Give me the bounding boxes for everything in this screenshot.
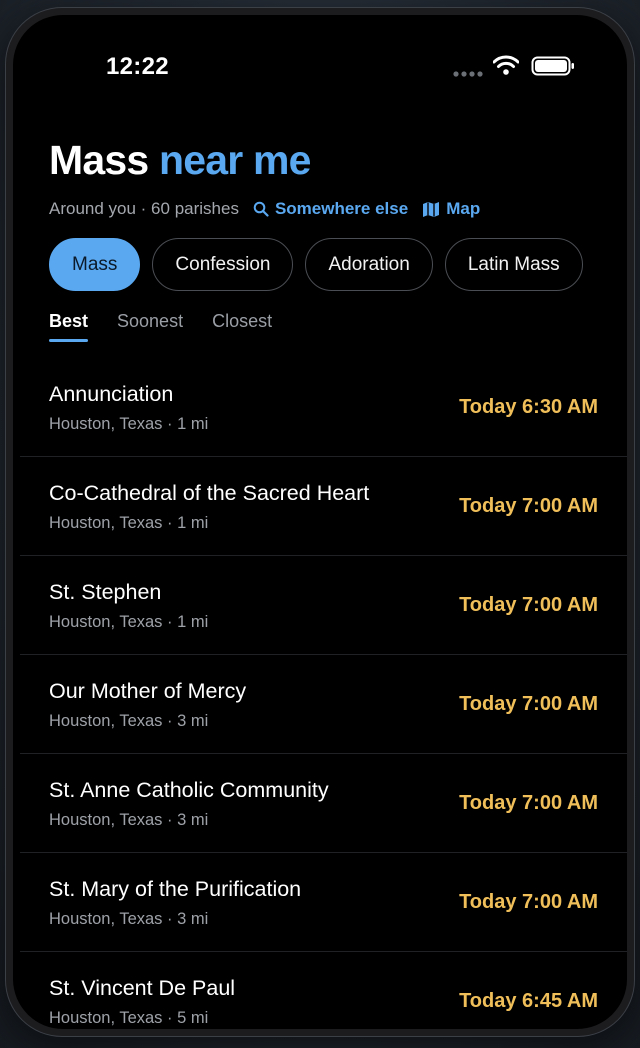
page-title-main: Mass [49, 137, 149, 183]
search-icon [253, 201, 269, 217]
parish-row[interactable]: Annunciation Houston, Texas · 1 mi Today… [20, 358, 627, 457]
parish-row[interactable]: St. Stephen Houston, Texas · 1 mi Today … [20, 556, 627, 655]
app-screen: 12:22 Mass near me Around you · 60 paris… [13, 15, 627, 1029]
chip-confession-label: Confession [175, 253, 271, 275]
status-bar: 12:22 [13, 15, 627, 105]
parish-name: Our Mother of Mercy [49, 679, 247, 703]
chip-latin-mass[interactable]: Latin Mass [444, 238, 583, 291]
chip-adoration[interactable]: Adoration [305, 238, 433, 291]
map-icon [423, 201, 440, 217]
somewhere-else-label: Somewhere else [274, 199, 409, 218]
parish-name: St. Mary of the Purification [49, 877, 302, 901]
chip-latin-mass-label: Latin Mass [467, 253, 560, 275]
parish-row[interactable]: St. Anne Catholic Community Houston, Tex… [20, 754, 627, 853]
parish-name: Annunciation [49, 382, 174, 406]
chip-mass-label: Mass [72, 253, 118, 275]
parish-location: Houston, Texas · 5 mi [49, 1009, 209, 1027]
signal-dots-icon [453, 71, 483, 77]
map-link[interactable]: Map [422, 199, 480, 219]
chip-confession[interactable]: Confession [152, 238, 294, 291]
page-title: Mass near me [49, 137, 311, 184]
next-mass-time: Today 6:45 AM [459, 990, 598, 1012]
parish-name: St. Vincent De Paul [49, 976, 236, 1000]
next-mass-time: Today 7:00 AM [459, 495, 598, 517]
phone-frame: 12:22 Mass near me Around you · 60 paris… [6, 8, 634, 1036]
parish-row[interactable]: Co-Cathedral of the Sacred Heart Houston… [20, 457, 627, 556]
parish-location: Houston, Texas · 1 mi [49, 514, 209, 532]
location-row: Around you · 60 parishes Somewhere else … [49, 195, 480, 223]
parish-location: Houston, Texas · 1 mi [49, 613, 209, 631]
next-mass-time: Today 6:30 AM [459, 396, 598, 418]
parish-location: Houston, Texas · 3 mi [49, 712, 209, 730]
sort-tab-best[interactable]: Best [49, 311, 89, 342]
service-filter-chips: Mass Confession Adoration Latin Mass [49, 238, 595, 291]
next-mass-time: Today 7:00 AM [459, 891, 598, 913]
parish-location: Houston, Texas · 1 mi [49, 415, 209, 433]
parish-list: Annunciation Houston, Texas · 1 mi Today… [13, 358, 627, 1029]
battery-icon [531, 56, 574, 76]
sort-tab-soonest[interactable]: Soonest [117, 311, 183, 342]
parish-location: Houston, Texas · 3 mi [49, 811, 209, 829]
parish-row[interactable]: St. Mary of the Purification Houston, Te… [20, 853, 627, 952]
map-label: Map [446, 199, 481, 218]
page-title-accent: near me [158, 137, 311, 183]
sort-tab-closest[interactable]: Closest [212, 311, 272, 342]
parish-name: St. Stephen [49, 580, 162, 604]
parish-count-subtitle: Around you · 60 parishes [49, 199, 239, 218]
parish-name: St. Anne Catholic Community [49, 778, 329, 802]
chip-adoration-label: Adoration [328, 253, 410, 275]
parish-name: Co-Cathedral of the Sacred Heart [49, 481, 370, 505]
next-mass-time: Today 7:00 AM [459, 693, 598, 715]
next-mass-time: Today 7:00 AM [459, 594, 598, 616]
parish-row[interactable]: St. Vincent De Paul Houston, Texas · 5 m… [20, 952, 627, 1029]
wifi-icon [493, 55, 519, 75]
somewhere-else-link[interactable]: Somewhere else [253, 199, 408, 219]
sort-tabs: Best Soonest Closest [49, 311, 301, 342]
parish-location: Houston, Texas · 3 mi [49, 910, 209, 928]
chip-mass[interactable]: Mass [49, 238, 141, 291]
next-mass-time: Today 7:00 AM [459, 792, 598, 814]
parish-row[interactable]: Our Mother of Mercy Houston, Texas · 3 m… [20, 655, 627, 754]
status-time: 12:22 [106, 53, 169, 80]
